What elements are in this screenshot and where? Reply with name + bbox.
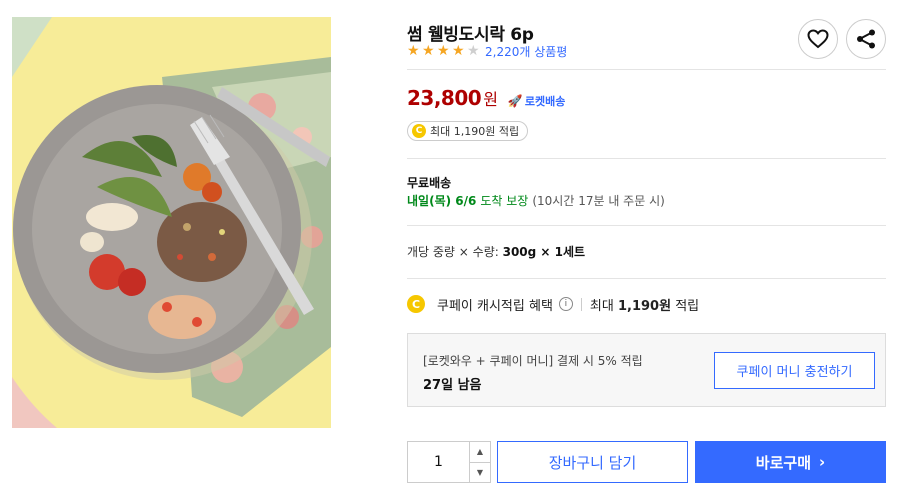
- star-rating: ★ ★ ★ ★ ★: [407, 44, 482, 58]
- rocket-delivery-badge: 🚀 로켓배송: [508, 93, 565, 109]
- pickled-cabbage: [148, 295, 216, 339]
- rocket-icon: 🚀: [507, 94, 523, 108]
- coupay-promo-box: [로켓와우 + 쿠페이 머니] 결제 시 5% 적립 27일 남음 쿠페이 머니…: [407, 333, 886, 407]
- product-title: 썸 웰빙도시락 6p: [407, 25, 534, 45]
- price-row: 23,800 원 🚀 로켓배송: [407, 86, 565, 110]
- order-cutoff: (10시간 17분 내 주문 시): [532, 194, 665, 208]
- quantity-input[interactable]: [408, 442, 469, 482]
- chevron-right-icon: ›: [819, 453, 826, 471]
- star-icon: ★: [422, 43, 435, 59]
- delivery-estimate: 내일(목) 6/6 도착 보장 (10시간 17분 내 주문 시): [407, 192, 665, 209]
- promo-remaining-days: 27일 남음: [423, 378, 482, 393]
- star-icon: ★: [437, 43, 450, 59]
- coupay-charge-button[interactable]: 쿠페이 머니 충전하기: [714, 352, 875, 389]
- promo-description: [로켓와우 + 쿠페이 머니] 결제 시 5% 적립: [423, 354, 643, 368]
- cash-coin-icon: C: [412, 124, 426, 138]
- option-summary: 개당 중량 × 수량: 300g × 1세트: [407, 243, 585, 260]
- star-empty-icon: ★: [467, 43, 480, 59]
- option-value: 300g × 1세트: [502, 245, 586, 259]
- coupay-cash-benefit: C 쿠페이 캐시적립 혜택 i 최대 1,190원 적립: [407, 293, 699, 315]
- coupay-amount: 최대 1,190원 적립: [589, 298, 700, 314]
- quantity-stepper-buttons: ▲ ▼: [469, 442, 490, 482]
- rating-row[interactable]: ★ ★ ★ ★ ★ 2,220개 상품평: [407, 43, 567, 59]
- cashback-badge: C 최대 1,190원 적립: [407, 121, 529, 141]
- sale-price: 23,800: [407, 86, 482, 110]
- coupay-coin-icon: C: [407, 295, 425, 313]
- chevron-down-icon: ▼: [476, 467, 484, 477]
- coupay-label: 쿠페이 캐시적립 혜택: [437, 298, 553, 314]
- chevron-up-icon: ▲: [476, 447, 484, 457]
- option-label: 개당 중량 × 수량:: [407, 245, 503, 259]
- star-icon: ★: [452, 43, 465, 59]
- divider: [407, 225, 886, 226]
- price-unit: 원: [483, 90, 498, 109]
- divider: [407, 278, 886, 279]
- add-to-cart-button[interactable]: 장바구니 담기: [497, 441, 688, 483]
- buy-now-button[interactable]: 바로구매 ›: [695, 441, 886, 483]
- quantity-increase-button[interactable]: ▲: [470, 442, 490, 463]
- info-icon[interactable]: i: [558, 297, 573, 311]
- buy-now-label: 바로구매: [755, 453, 811, 472]
- divider: [407, 158, 886, 159]
- share-button[interactable]: [846, 19, 886, 59]
- separator: [580, 297, 582, 311]
- cashback-text: 최대 1,190원 적립: [430, 125, 520, 138]
- product-photo: [12, 17, 331, 428]
- rocket-delivery-label: 로켓배송: [524, 95, 566, 108]
- fish-fillet: [86, 203, 138, 231]
- star-icon: ★: [407, 43, 420, 59]
- heart-icon: [807, 29, 829, 49]
- wishlist-button[interactable]: [798, 19, 838, 59]
- divider: [407, 69, 886, 70]
- product-image[interactable]: [12, 17, 331, 428]
- quantity-stepper[interactable]: ▲ ▼: [407, 441, 491, 483]
- delivery-date: 내일(목) 6/6: [407, 194, 477, 208]
- review-count-link[interactable]: 2,220개 상품평: [485, 43, 567, 60]
- delivery-guarantee: 도착 보장: [480, 194, 529, 208]
- free-shipping-label: 무료배송: [407, 176, 452, 190]
- quantity-decrease-button[interactable]: ▼: [470, 463, 490, 483]
- share-icon: [857, 29, 875, 49]
